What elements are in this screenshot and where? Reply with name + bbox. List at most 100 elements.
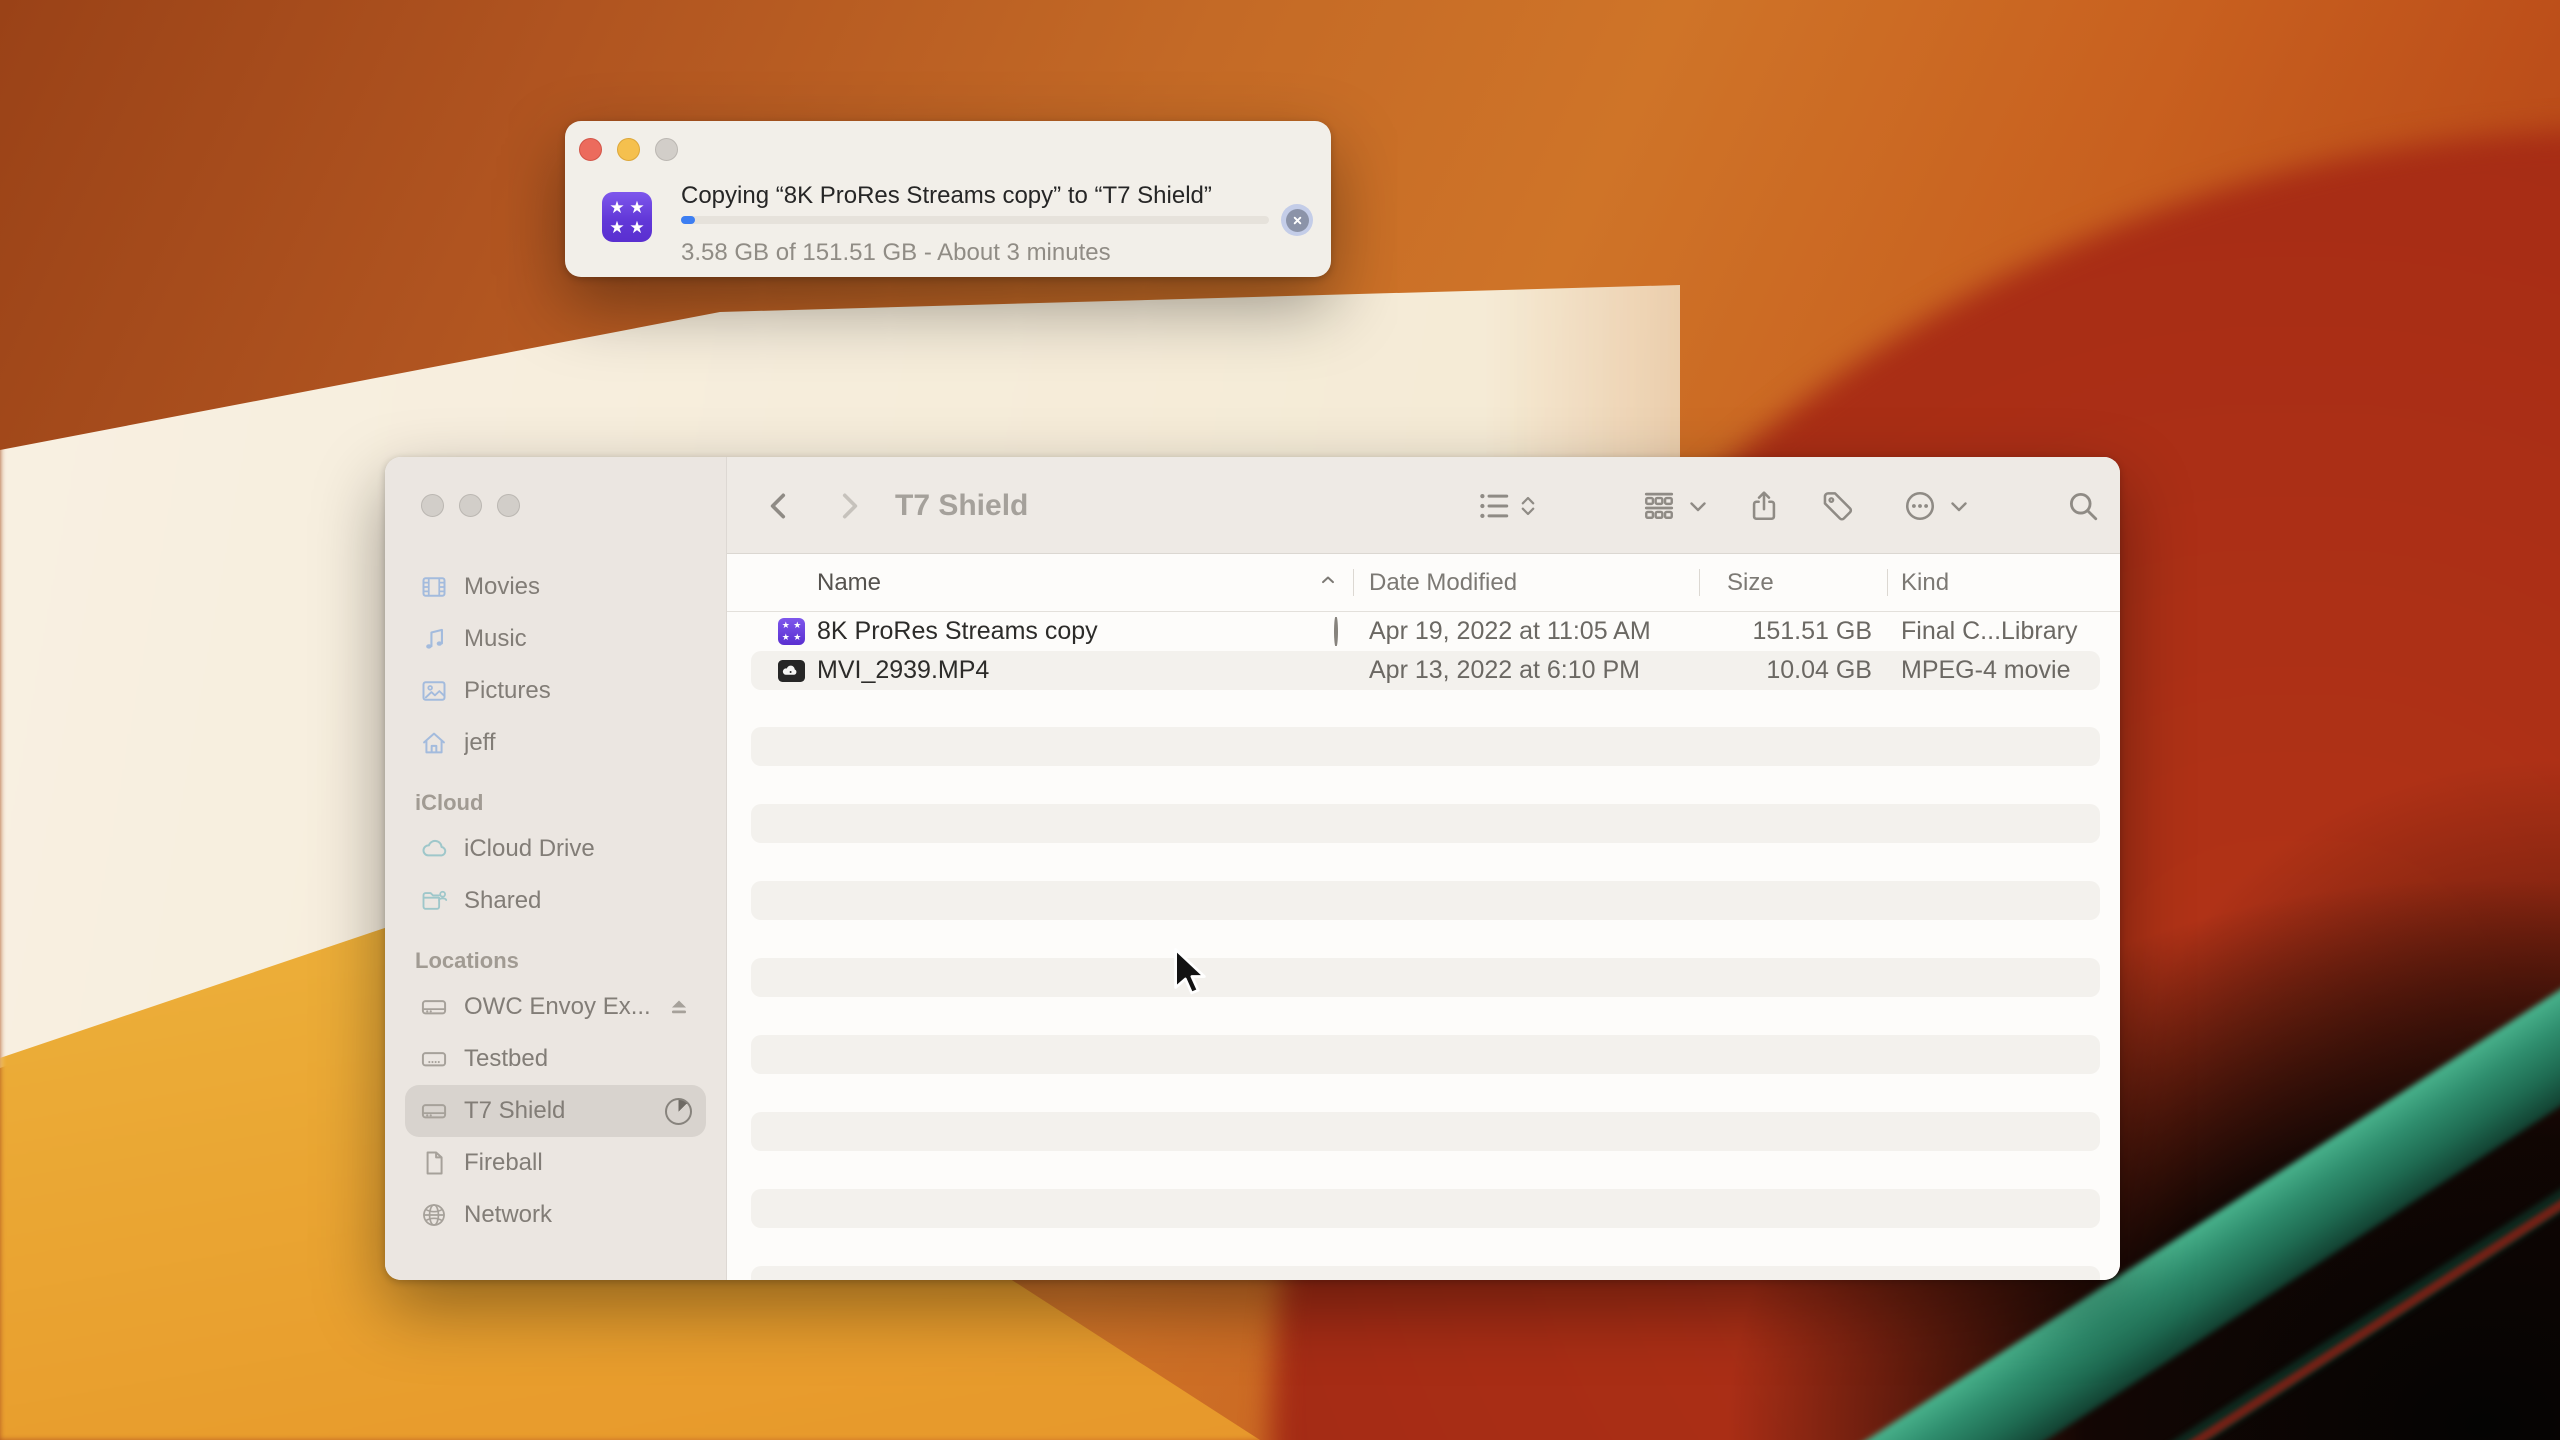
- sidebar-item-label: Shared: [464, 887, 541, 915]
- globe-icon: [419, 1200, 449, 1230]
- sort-ascending-chevron-icon: [1318, 569, 1338, 597]
- sidebar-item-t7-shield[interactable]: T7 Shield: [405, 1085, 706, 1137]
- close-button[interactable]: [421, 494, 444, 517]
- sidebar-item-shared[interactable]: Shared: [405, 875, 706, 927]
- file-row-8k-prores-streams-copy[interactable]: ★★★★ 8K ProRes Streams copy Apr 19, 2022 a…: [727, 612, 2120, 651]
- empty-row-stripe: [751, 1035, 2100, 1074]
- list-column-header: Name Date Modified Size Kind: [727, 554, 2120, 612]
- file-list: ★★★★ 8K ProRes Streams copy Apr 19, 2022 a…: [727, 612, 2120, 1280]
- window-controls: [579, 138, 678, 161]
- copy-progress-fill: [681, 216, 695, 224]
- column-label: Name: [817, 569, 881, 597]
- sidebar-items: Movies Music Pictures jeff iCloud iCloud Driv…: [385, 561, 726, 1241]
- copy-progress-pie-icon: [1334, 617, 1338, 646]
- more-button[interactable]: [1898, 457, 1942, 554]
- file-name: MVI_2939.MP4: [817, 656, 989, 685]
- finder-toolbar[interactable]: T7 Shield: [727, 457, 2120, 554]
- sidebar-item-label: T7 Shield: [464, 1097, 565, 1125]
- doc-icon: [419, 1148, 449, 1178]
- cloud-icon: [419, 834, 449, 864]
- sidebar-item-label: Pictures: [464, 677, 551, 705]
- sidebar-item-jeff[interactable]: jeff: [405, 717, 706, 769]
- column-header-name[interactable]: Name: [727, 554, 1354, 611]
- copy-progress-window: ★★★★ Copying “8K ProRes Streams copy” to…: [565, 121, 1331, 277]
- close-button[interactable]: [579, 138, 602, 161]
- progress-pie: [665, 1098, 692, 1125]
- purple-stars-app-icon: ★★★★: [778, 618, 805, 645]
- tag-button[interactable]: [1815, 457, 1859, 554]
- empty-row-stripe: [751, 1112, 2100, 1151]
- finder-sidebar: Movies Music Pictures jeff iCloud iCloud Driv…: [385, 457, 727, 1280]
- movie-file-icon: [778, 657, 805, 684]
- zoom-button: [655, 138, 678, 161]
- sidebar-item-label: jeff: [464, 729, 496, 757]
- drive-icon: [419, 992, 449, 1022]
- sidebar-item-testbed[interactable]: Testbed: [405, 1033, 706, 1085]
- window-controls: [421, 494, 520, 517]
- file-size: 151.51 GB: [1700, 617, 1888, 646]
- sidebar-item-pictures[interactable]: Pictures: [405, 665, 706, 717]
- stop-copy-button[interactable]: [1281, 204, 1313, 236]
- list-view-icon[interactable]: [1472, 457, 1516, 554]
- copy-dialog-title: Copying “8K ProRes Streams copy” to “T7 …: [681, 182, 1212, 210]
- file-date-modified: Apr 19, 2022 at 11:05 AM: [1354, 617, 1700, 646]
- mouse-cursor-icon: [1172, 947, 1208, 1002]
- empty-row-stripe: [751, 1189, 2100, 1228]
- file-size: 10.04 GB: [1700, 656, 1888, 685]
- share-button[interactable]: [1742, 457, 1786, 554]
- sidebar-section-locations: Locations: [415, 941, 726, 981]
- column-label: Kind: [1901, 569, 1949, 597]
- sidebar-section-icloud: iCloud: [415, 783, 726, 823]
- column-label: Size: [1727, 569, 1774, 597]
- file-date-modified: Apr 13, 2022 at 6:10 PM: [1354, 656, 1700, 685]
- film-icon: [419, 572, 449, 602]
- stop-circle-icon: [1286, 209, 1309, 232]
- sidebar-item-label: Movies: [464, 573, 540, 601]
- back-button[interactable]: [757, 457, 801, 554]
- file-name: 8K ProRes Streams copy: [817, 617, 1098, 646]
- copy-status-text: 3.58 GB of 151.51 GB - About 3 minutes: [681, 239, 1111, 267]
- sidebar-item-label: Music: [464, 625, 527, 653]
- photo-icon: [419, 676, 449, 706]
- sidebar-item-label: Fireball: [464, 1149, 543, 1177]
- sidebar-item-fireball[interactable]: Fireball: [405, 1137, 706, 1189]
- column-header-kind[interactable]: Kind: [1888, 554, 2120, 611]
- empty-row-stripe: [751, 727, 2100, 766]
- sidebar-item-owc-envoy-ex[interactable]: OWC Envoy Ex...: [405, 981, 706, 1033]
- empty-row-stripe: [751, 881, 2100, 920]
- search-button[interactable]: [2061, 457, 2105, 554]
- group-button[interactable]: [1637, 457, 1681, 554]
- minimize-button[interactable]: [459, 494, 482, 517]
- empty-row-stripe: [751, 1266, 2100, 1280]
- purple-stars-app-icon: ★★★★: [602, 192, 652, 242]
- empty-row-stripe: [751, 958, 2100, 997]
- zoom-button[interactable]: [497, 494, 520, 517]
- sidebar-item-label: OWC Envoy Ex...: [464, 993, 651, 1021]
- music-icon: [419, 624, 449, 654]
- file-row-mvi-2939-mp4[interactable]: MVI_2939.MP4 Apr 13, 2022 at 6:10 PM10.04…: [727, 651, 2120, 690]
- sidebar-item-music[interactable]: Music: [405, 613, 706, 665]
- drive-dots-icon: [419, 1044, 449, 1074]
- empty-row-stripe: [751, 804, 2100, 843]
- sidebar-item-movies[interactable]: Movies: [405, 561, 706, 613]
- more-chevron-down-icon[interactable]: [1944, 457, 1974, 554]
- forward-button[interactable]: [827, 457, 871, 554]
- file-kind: Final C...Library: [1888, 617, 2120, 646]
- sidebar-item-label: iCloud Drive: [464, 835, 595, 863]
- sidebar-item-icloud-drive[interactable]: iCloud Drive: [405, 823, 706, 875]
- finder-main-pane: T7 Shield Name Date Modified Size Kind ★★★★…: [727, 457, 2120, 1280]
- column-header-date-modified[interactable]: Date Modified: [1354, 554, 1700, 611]
- sidebar-item-label: Testbed: [464, 1045, 548, 1073]
- group-chevron-down-icon[interactable]: [1683, 457, 1713, 554]
- sidebar-item-label: Network: [464, 1201, 552, 1229]
- sidebar-item-network[interactable]: Network: [405, 1189, 706, 1241]
- column-header-size[interactable]: Size: [1700, 554, 1888, 611]
- view-sort-chevrons-icon[interactable]: [1513, 457, 1543, 554]
- minimize-button[interactable]: [617, 138, 640, 161]
- finder-window: Movies Music Pictures jeff iCloud iCloud Driv…: [385, 457, 2120, 1280]
- eject-icon[interactable]: [666, 994, 692, 1020]
- home-icon: [419, 728, 449, 758]
- file-kind: MPEG-4 movie: [1888, 656, 2120, 685]
- drive-icon: [419, 1096, 449, 1126]
- copy-progress-bar: [681, 216, 1269, 224]
